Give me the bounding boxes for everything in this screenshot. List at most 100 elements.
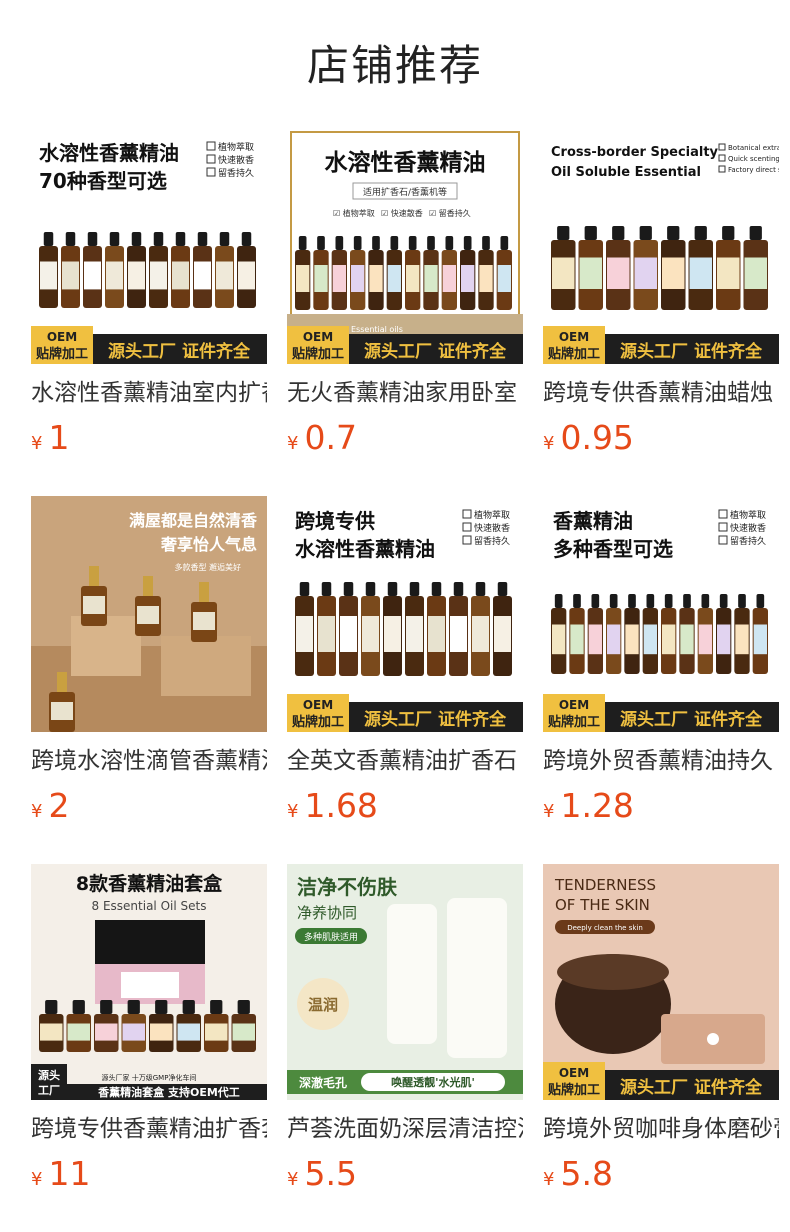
- badge-text: 植物萃取: [730, 509, 766, 521]
- product-card[interactable]: Cross-border Specialty Oil Soluble Essent…: [543, 128, 779, 496]
- product-name[interactable]: 跨境外贸香薰精油持久: [543, 746, 779, 776]
- currency-symbol: ¥: [287, 433, 299, 454]
- product-card[interactable]: 跨境专供 水溶性香薰精油 植物萃取 快速散香 留香持久 多款利剂香型 全英文版 OEM 贴牌加…: [287, 496, 523, 864]
- factory-tag-text: 源头: [38, 1068, 60, 1082]
- product-name[interactable]: 水溶性香薰精油室内扩香: [31, 378, 267, 408]
- product-image[interactable]: 水溶性香薰精油 适用扩香石/香薰机等 ☑ 植物萃取 ☑ 快速散香 ☑ 留香持久 Essen…: [287, 128, 523, 364]
- price-amount: 0.95: [560, 418, 634, 457]
- product-image[interactable]: 洁净不伤肤 净养协同 多种肌肤适用 温润 深澈毛孔 唤醒透靓'水光肌': [287, 864, 523, 1100]
- image-subheadline: Oil Soluble Essential: [551, 165, 701, 180]
- product-price: ¥0.95: [543, 418, 779, 457]
- badge-text: 留香持久: [474, 535, 510, 547]
- product-name[interactable]: 芦荟洗面奶深层清洁控油: [287, 1114, 523, 1144]
- product-name[interactable]: 跨境水溶性滴管香薰精油: [31, 746, 267, 776]
- image-subheadline: OF THE SKIN: [555, 896, 650, 914]
- product-image-art: 8款香薰精油套盒 8 Essential Oil Sets 源头厂家 十万级GMP净…: [31, 864, 267, 1100]
- image-headline: 水溶性香薰精油: [39, 141, 179, 165]
- product-image-art: 水溶性香薰精油 70种香型可选 植物萃取快速散香留香持久加湿器/香薰机/扩香石可用 O…: [31, 128, 267, 364]
- product-image[interactable]: 8款香薰精油套盒 8 Essential Oil Sets 源头厂家 十万级GMP净…: [31, 864, 267, 1100]
- image-headline: 水溶性香薰精油: [325, 149, 486, 176]
- product-price: ¥2: [31, 786, 267, 825]
- product-image[interactable]: 满屋都是自然清香 奢享怡人气息 多款香型 邂逅美好: [31, 496, 267, 732]
- oem-text: OEM: [303, 330, 333, 344]
- image-caption: 多款利剂香型 全英文版: [351, 693, 423, 702]
- product-card[interactable]: 8款香薰精油套盒 8 Essential Oil Sets 源头厂家 十万级GMP净…: [31, 864, 267, 1232]
- product-card[interactable]: 水溶性香薰精油 适用扩香石/香薰机等 ☑ 植物萃取 ☑ 快速散香 ☑ 留香持久 Essen…: [287, 128, 523, 496]
- image-headline: 满屋都是自然清香: [129, 511, 258, 530]
- image-headline: 香薰精油: [553, 509, 633, 533]
- image-caption: 加湿器/香薰机/扩香石可用: [95, 325, 177, 334]
- currency-symbol: ¥: [543, 1169, 555, 1190]
- product-price: ¥1: [31, 418, 267, 457]
- bottle-icon: [317, 582, 336, 676]
- image-headline: 跨境专供: [295, 509, 375, 533]
- product-image-art: 满屋都是自然清香奢享怡人气息多款香型 邂逅美好: [31, 496, 267, 732]
- oem-subtext: 贴牌加工: [548, 346, 600, 362]
- product-image-art: 洁净不伤肤净养协同多种肌肤适用温润深澈毛孔 唤醒透靓'水光肌': [287, 864, 523, 1100]
- image-headline: 8款香薰精油套盒: [76, 872, 223, 895]
- badge-text: 快速散香: [730, 522, 766, 534]
- product-image[interactable]: 水溶性香薰精油 70种香型可选 植物萃取 快速散香 留香持久 加湿器/香薰机/扩香石可用 O…: [31, 128, 267, 364]
- section-header: 店铺推荐: [0, 0, 790, 128]
- product-image[interactable]: 香薰精油 多种香型可选 植物萃取 快速散香 留香持久 14款水溶性香薰精油 OEM 贴牌加工 源…: [543, 496, 779, 732]
- image-caption: Deeply clean the skin: [567, 924, 643, 932]
- currency-symbol: ¥: [31, 1169, 43, 1190]
- badge-text: 留香持久: [218, 167, 254, 179]
- product-card[interactable]: 满屋都是自然清香 奢享怡人气息 多款香型 邂逅美好 跨境水溶性滴管香薰精油 ¥2: [31, 496, 267, 864]
- gift-card: [121, 972, 179, 998]
- oem-text: OEM: [559, 1066, 589, 1080]
- oem-text: OEM: [559, 330, 589, 344]
- product-price: ¥0.7: [287, 418, 523, 457]
- product-name[interactable]: 跨境专供香薰精油蜡烛: [543, 378, 779, 408]
- product-card[interactable]: 水溶性香薰精油 70种香型可选 植物萃取 快速散香 留香持久 加湿器/香薰机/扩香石可用 O…: [31, 128, 267, 496]
- banner-text: 香薰精油套盒 支持OEM代工: [97, 1085, 240, 1099]
- product-card[interactable]: 香薰精油 多种香型可选 植物萃取 快速散香 留香持久 14款水溶性香薰精油 OEM 贴牌加工 源…: [543, 496, 779, 864]
- image-subheadline: 奢享怡人气息: [160, 535, 257, 554]
- product-price: ¥1.28: [543, 786, 779, 825]
- bottle-icon: [471, 582, 490, 676]
- product-image-art: 跨境专供水溶性香薰精油 植物萃取快速散香留香持久多款利剂香型 全英文版 OEM 贴牌加…: [287, 496, 523, 732]
- oem-text: OEM: [47, 330, 77, 344]
- oem-subtext: 贴牌加工: [548, 1082, 600, 1098]
- product-image[interactable]: 跨境专供 水溶性香薰精油 植物萃取 快速散香 留香持久 多款利剂香型 全英文版 OEM 贴牌加…: [287, 496, 523, 732]
- badge-text: ☑ 植物萃取: [333, 208, 375, 218]
- product-name[interactable]: 跨境专供香薰精油扩香套盒: [31, 1114, 267, 1144]
- currency-symbol: ¥: [31, 801, 43, 822]
- price-amount: 11: [48, 1154, 91, 1193]
- product-card[interactable]: 洁净不伤肤 净养协同 多种肌肤适用 温润 深澈毛孔 唤醒透靓'水光肌' 芦荟洗面奶深层清洁…: [287, 864, 523, 1232]
- skin-tag-text: 多种肌肤适用: [304, 931, 358, 943]
- factory-tag-subtext: 工厂: [38, 1084, 60, 1097]
- image-caption: Essential oils: [351, 325, 403, 334]
- oem-text: OEM: [559, 698, 589, 712]
- image-subheadline: 多种香型可选: [553, 537, 673, 561]
- product-card[interactable]: TENDERNESS OF THE SKIN Deeply clean the sk…: [543, 864, 779, 1232]
- bottle-icon: [295, 582, 314, 676]
- tube-icon: [387, 904, 437, 1044]
- image-caption: 适用于香薰机 扩香石等: [607, 325, 679, 334]
- currency-symbol: ¥: [287, 1169, 299, 1190]
- product-image[interactable]: TENDERNESS OF THE SKIN Deeply clean the sk…: [543, 864, 779, 1100]
- benefit-text: 唤醒透靓'水光肌': [391, 1075, 475, 1089]
- gift-box-lid: [95, 920, 205, 964]
- currency-symbol: ¥: [543, 801, 555, 822]
- product-name[interactable]: 全英文香薰精油扩香石: [287, 746, 523, 776]
- image-caption: 源头厂家 十万级GMP净化车间: [102, 1073, 197, 1082]
- image-caption: 14款水溶性香薰精油: [607, 693, 672, 702]
- bottle-icon: [339, 582, 358, 676]
- bottle-icon: [493, 582, 512, 676]
- banner-text: 源头工厂 证件齐全: [364, 709, 507, 730]
- oem-subtext: 贴牌加工: [548, 714, 600, 730]
- banner-text: 源头工厂 证件齐全: [364, 341, 507, 362]
- oem-subtext: 贴牌加工: [36, 346, 88, 362]
- badge-text: ☑ 留香持久: [429, 208, 471, 218]
- benefit-text: 深澈毛孔: [299, 1075, 347, 1090]
- product-name[interactable]: 无火香薰精油家用卧室: [287, 378, 523, 408]
- currency-symbol: ¥: [287, 801, 299, 822]
- badge-text: 快速散香: [474, 522, 510, 534]
- bottle-icon: [405, 582, 424, 676]
- product-image-art: Cross-border Specialty Oil Soluble Essent…: [543, 128, 779, 364]
- product-grid: 水溶性香薰精油 70种香型可选 植物萃取 快速散香 留香持久 加湿器/香薰机/扩香石可用 O…: [31, 128, 779, 1232]
- product-name[interactable]: 跨境外贸咖啡身体磨砂膏: [543, 1114, 779, 1144]
- price-amount: 5.8: [560, 1154, 613, 1193]
- product-image[interactable]: Cross-border Specialty Oil Soluble Essent…: [543, 128, 779, 364]
